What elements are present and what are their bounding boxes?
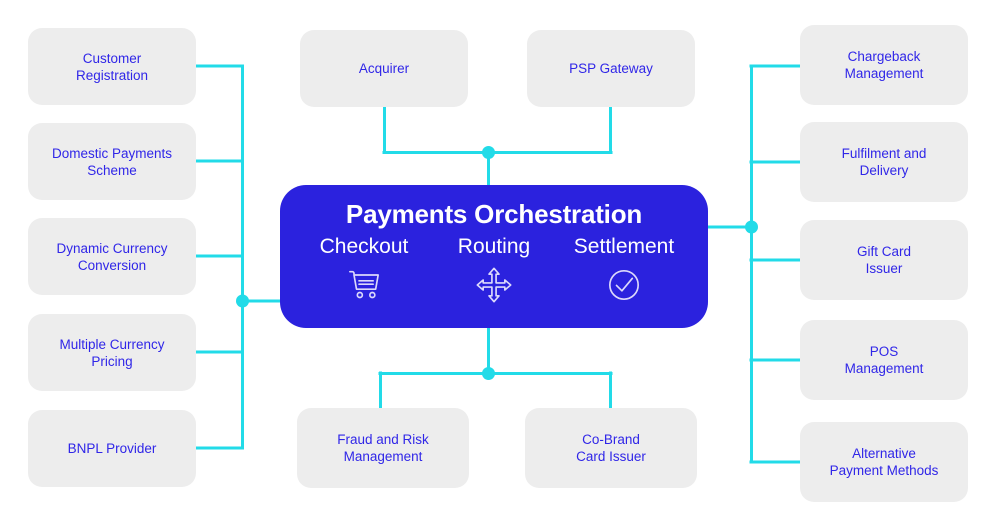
node-acquirer[interactable]: Acquirer: [300, 30, 468, 107]
left-junction-dot: [236, 294, 249, 308]
node-pos-management[interactable]: POS Management: [800, 320, 968, 400]
node-gift-card-issuer[interactable]: Gift Card Issuer: [800, 220, 968, 300]
hub-pillar-label: Routing: [457, 235, 531, 258]
payments-orchestration-hub[interactable]: Payments Orchestration Checkout Routing: [280, 185, 708, 328]
top-junction-dot: [482, 146, 495, 159]
node-psp-gateway[interactable]: PSP Gateway: [527, 30, 695, 107]
node-label-line2: Management: [844, 361, 924, 376]
node-label-line2: Management: [844, 66, 924, 81]
node-customer-registration[interactable]: Customer Registration: [28, 28, 196, 105]
node-label-line1: PSP Gateway: [569, 61, 653, 76]
diagram-canvas: Customer Registration Domestic Payments …: [0, 0, 1000, 519]
node-co-brand-card-issuer[interactable]: Co-Brand Card Issuer: [525, 408, 697, 488]
node-label-line2: Issuer: [865, 261, 903, 276]
bottom-junction-dot: [482, 367, 495, 380]
hub-pillar-routing[interactable]: Routing: [429, 234, 559, 305]
node-label-line2: Scheme: [87, 162, 137, 178]
node-label-line1: Fraud and Risk: [337, 432, 429, 447]
node-label-line1: Multiple Currency: [59, 336, 165, 352]
hub-pillar-label: Settlement: [573, 235, 675, 258]
node-dynamic-currency-conversion[interactable]: Dynamic Currency Conversion: [28, 218, 196, 295]
node-label-line1: Chargeback: [847, 49, 921, 64]
node-label-line1: BNPL Provider: [67, 441, 157, 456]
hub-pillar-settlement[interactable]: Settlement: [559, 234, 689, 305]
node-label-line1: Domestic Payments: [51, 145, 173, 161]
shopping-cart-icon: [349, 270, 379, 299]
node-multiple-currency-pricing[interactable]: Multiple Currency Pricing: [28, 314, 196, 391]
hub-pillars: Checkout Routing Settlement: [280, 234, 708, 305]
node-bnpl-provider[interactable]: BNPL Provider: [28, 410, 196, 487]
node-label-line1: Co-Brand: [582, 432, 640, 447]
hub-pillar-label: Checkout: [319, 235, 409, 258]
hub-pillar-checkout[interactable]: Checkout: [299, 234, 429, 305]
node-label-line1: Dynamic Currency: [56, 240, 168, 256]
four-way-arrows-icon: [476, 267, 512, 303]
node-label-line2: Management: [343, 449, 423, 464]
node-label-line1: Fulfilment and: [841, 146, 927, 161]
node-label-line2: Pricing: [91, 353, 133, 369]
node-label-line1: Customer: [82, 50, 142, 66]
node-alternative-payment-methods[interactable]: Alternative Payment Methods: [800, 422, 968, 502]
node-label-line2: Payment Methods: [829, 463, 939, 478]
node-label-line1: POS: [869, 344, 899, 359]
node-label-line1: Alternative: [852, 446, 916, 461]
node-domestic-payments-scheme[interactable]: Domestic Payments Scheme: [28, 123, 196, 200]
right-junction-dot: [745, 220, 758, 234]
node-label-line2: Card Issuer: [576, 449, 646, 464]
node-label-line1: Acquirer: [358, 61, 410, 76]
hub-title: Payments Orchestration: [345, 199, 643, 229]
node-label-line2: Delivery: [859, 163, 909, 178]
node-label-line2: Conversion: [77, 257, 147, 273]
node-chargeback-management[interactable]: Chargeback Management: [800, 25, 968, 105]
node-fraud-and-risk-management[interactable]: Fraud and Risk Management: [297, 408, 469, 488]
node-label-line2: Registration: [75, 67, 149, 83]
node-fulfilment-and-delivery[interactable]: Fulfilment and Delivery: [800, 122, 968, 202]
check-circle-icon: [609, 270, 639, 300]
node-label-line1: Gift Card: [856, 244, 911, 259]
